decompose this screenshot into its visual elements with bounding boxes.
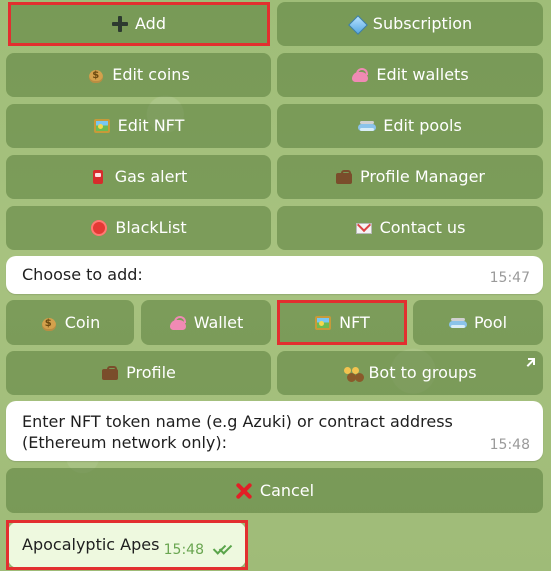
- bot-to-groups-label: Bot to groups: [368, 363, 477, 382]
- money-bag-icon: [87, 66, 105, 84]
- fuel-pump-icon: [90, 168, 108, 186]
- edit-coins-label: Edit coins: [112, 65, 190, 84]
- user-reply-text: Apocalyptic Apes: [22, 535, 160, 554]
- blacklist-label: BlackList: [115, 218, 187, 237]
- diamond-icon: [348, 15, 366, 33]
- profile-manager-label: Profile Manager: [360, 167, 485, 186]
- framed-picture-icon: [93, 117, 111, 135]
- money-bag-icon: [40, 314, 58, 332]
- wallet-button[interactable]: Wallet: [141, 300, 271, 345]
- nft-label: NFT: [339, 312, 370, 332]
- purse-icon: [351, 66, 369, 84]
- purse-icon: [169, 314, 187, 332]
- expand-arrow-icon: [525, 358, 535, 368]
- cancel-label: Cancel: [259, 480, 315, 500]
- group-icon: [343, 364, 361, 382]
- pool-button[interactable]: Pool: [413, 300, 543, 345]
- subscription-button-label: Subscription: [372, 14, 473, 33]
- subscription-button[interactable]: Subscription: [277, 2, 543, 46]
- edit-wallets-button[interactable]: Edit wallets: [277, 53, 543, 97]
- add-button[interactable]: Add: [8, 2, 270, 46]
- nft-prompt-time: 15:48: [489, 437, 530, 453]
- double-check-icon: [213, 544, 235, 556]
- blacklist-button[interactable]: BlackList: [6, 206, 271, 250]
- wallet-label: Wallet: [193, 312, 244, 332]
- nft-button[interactable]: NFT: [277, 300, 407, 345]
- choose-to-add-text: Choose to add:: [22, 265, 143, 284]
- pool-icon: [358, 117, 377, 135]
- coin-button[interactable]: Coin: [6, 300, 134, 345]
- cancel-button[interactable]: Cancel: [6, 468, 543, 513]
- briefcase-icon: [101, 364, 119, 382]
- pool-icon: [448, 314, 467, 332]
- plus-icon: [112, 16, 128, 32]
- edit-pools-label: Edit pools: [383, 116, 462, 135]
- edit-nft-label: Edit NFT: [117, 116, 185, 135]
- profile-button[interactable]: Profile: [6, 351, 271, 395]
- close-icon: [235, 482, 253, 500]
- nft-prompt-message: Enter NFT token name (e.g Azuki) or cont…: [6, 401, 543, 461]
- user-reply-message: Apocalyptic Apes 15:48: [8, 522, 246, 568]
- pool-label: Pool: [473, 312, 508, 332]
- contact-us-button[interactable]: Contact us: [277, 206, 543, 250]
- choose-to-add-message: Choose to add: 15:47: [6, 256, 543, 294]
- choose-to-add-time: 15:47: [489, 270, 530, 286]
- gas-alert-button[interactable]: Gas alert: [6, 155, 271, 199]
- profile-label: Profile: [126, 363, 176, 382]
- edit-pools-button[interactable]: Edit pools: [277, 104, 543, 148]
- edit-nft-button[interactable]: Edit NFT: [6, 104, 271, 148]
- profile-manager-button[interactable]: Profile Manager: [277, 155, 543, 199]
- edit-wallets-label: Edit wallets: [376, 65, 469, 84]
- coin-label: Coin: [64, 312, 101, 332]
- user-reply-time: 15:48: [163, 542, 204, 558]
- edit-coins-button[interactable]: Edit coins: [6, 53, 271, 97]
- gas-alert-label: Gas alert: [114, 167, 188, 186]
- briefcase-icon: [335, 168, 353, 186]
- contact-us-label: Contact us: [379, 218, 466, 237]
- bot-to-groups-button[interactable]: Bot to groups: [277, 351, 543, 395]
- envelope-icon: [355, 219, 373, 237]
- framed-picture-icon: [314, 314, 332, 332]
- stop-sign-icon: [90, 219, 108, 237]
- nft-prompt-text: Enter NFT token name (e.g Azuki) or cont…: [22, 412, 453, 452]
- add-button-label: Add: [135, 14, 166, 33]
